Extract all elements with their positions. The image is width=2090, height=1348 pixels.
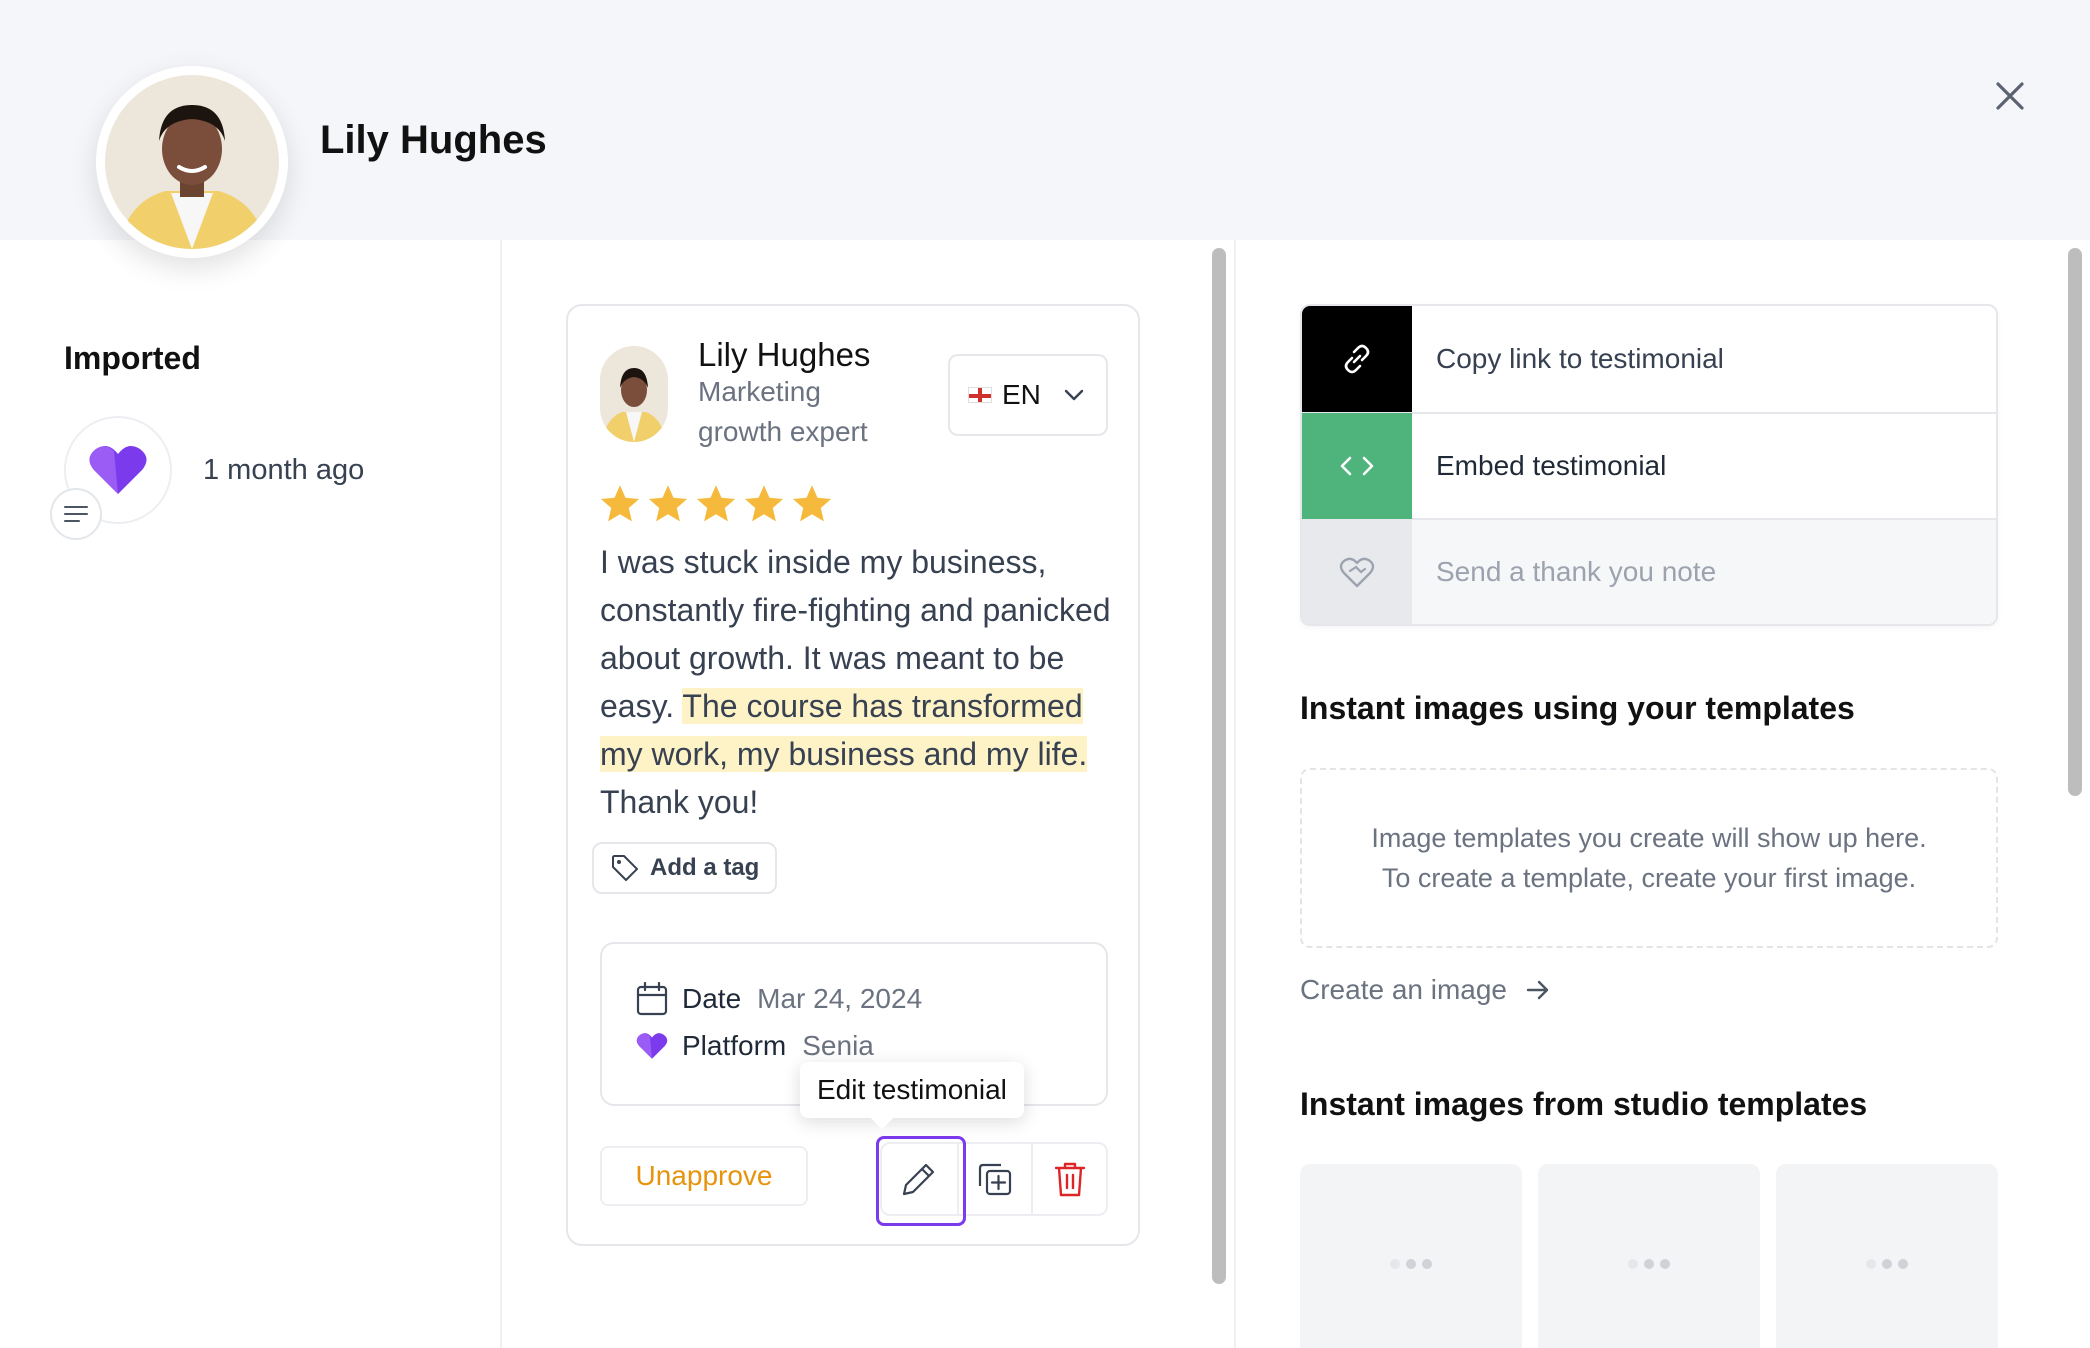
page-title: Lily Hughes — [320, 118, 547, 162]
star-icon — [648, 485, 688, 522]
duplicate-button[interactable] — [956, 1144, 1032, 1214]
source-panel: Imported 1 month ago — [0, 240, 500, 1348]
close-icon[interactable] — [1986, 72, 2034, 120]
source-label: Imported — [64, 340, 201, 376]
templates-empty-state: Image templates you create will show up … — [1300, 768, 1998, 948]
platform-value: Senia — [802, 1030, 874, 1061]
tag-icon — [612, 855, 638, 881]
date-label: Date — [682, 983, 742, 1014]
share-panel: Copy link to testimonial Embed testimoni… — [1234, 240, 2064, 1348]
unapprove-button[interactable]: Unapprove — [600, 1146, 808, 1206]
studio-section-title: Instant images from studio templates — [1300, 1086, 1868, 1122]
platform-label: Platform — [682, 1030, 787, 1061]
add-tag-button[interactable]: Add a tag — [592, 842, 778, 894]
edit-button[interactable] — [876, 1136, 966, 1226]
pencil-icon — [903, 1163, 935, 1196]
card-actions — [876, 1136, 1108, 1226]
imported-time: 1 month ago — [203, 454, 365, 486]
edit-tooltip: Edit testimonial — [800, 1062, 1024, 1118]
testimonial-card: Lily Hughes Marketing growth expert EN I… — [566, 304, 1140, 1246]
duplicate-icon — [978, 1163, 1012, 1196]
notes-icon[interactable] — [50, 488, 102, 540]
star-icon — [792, 485, 832, 522]
empty-line-1: Image templates you create will show up … — [1371, 823, 1927, 853]
right-scrollbar[interactable] — [2068, 248, 2082, 796]
thank-you-label: Send a thank you note — [1436, 556, 1717, 587]
star-icon — [696, 485, 736, 522]
create-image-label: Create an image — [1300, 974, 1508, 1005]
trash-icon — [1054, 1162, 1085, 1197]
arrow-right-icon — [1526, 980, 1549, 1000]
platform-row: Platform Senia — [636, 1030, 874, 1062]
language-select[interactable]: EN — [948, 354, 1108, 436]
heart-hand-icon — [1302, 519, 1412, 624]
code-icon — [1302, 413, 1412, 519]
author-role: Marketing growth expert — [698, 376, 868, 447]
modal-header: Lily Hughes — [0, 0, 2090, 258]
embed-action[interactable]: Embed testimonial — [1302, 412, 1996, 519]
author-name: Lily Hughes — [698, 336, 871, 373]
studio-template-card[interactable] — [1776, 1164, 1998, 1348]
star-icon — [600, 485, 640, 522]
studio-template-card[interactable] — [1538, 1164, 1760, 1348]
customer-avatar — [96, 66, 288, 258]
testimonial-text: I was stuck inside my business, constant… — [600, 538, 1120, 826]
author-avatar — [600, 346, 668, 442]
review-text-end: Thank you! — [600, 784, 759, 820]
studio-template-card[interactable] — [1300, 1164, 1522, 1348]
star-icon — [744, 485, 784, 522]
calendar-icon — [636, 982, 668, 1016]
copy-link-action[interactable]: Copy link to testimonial — [1302, 306, 1996, 412]
embed-label: Embed testimonial — [1436, 450, 1667, 481]
share-actions: Copy link to testimonial Embed testimoni… — [1300, 304, 1998, 626]
date-row: Date Mar 24, 2024 — [636, 982, 922, 1016]
thank-you-action[interactable]: Send a thank you note — [1302, 518, 1996, 624]
add-tag-label: Add a tag — [650, 854, 760, 881]
delete-button[interactable] — [1031, 1144, 1106, 1214]
globe-flag-icon — [968, 387, 992, 403]
link-icon — [1302, 306, 1412, 412]
middle-scrollbar[interactable] — [1212, 248, 1226, 1284]
empty-line-2: To create a template, create your first … — [1381, 863, 1917, 893]
copy-link-label: Copy link to testimonial — [1436, 343, 1724, 374]
chevron-down-icon — [1064, 389, 1084, 401]
create-image-link[interactable]: Create an image — [1300, 974, 1551, 1006]
language-code: EN — [1002, 379, 1041, 410]
star-rating — [598, 482, 834, 526]
templates-section-title: Instant images using your templates — [1300, 690, 1855, 726]
date-value: Mar 24, 2024 — [757, 983, 923, 1014]
heart-logo-icon — [636, 1033, 668, 1059]
column-divider — [500, 240, 502, 1348]
